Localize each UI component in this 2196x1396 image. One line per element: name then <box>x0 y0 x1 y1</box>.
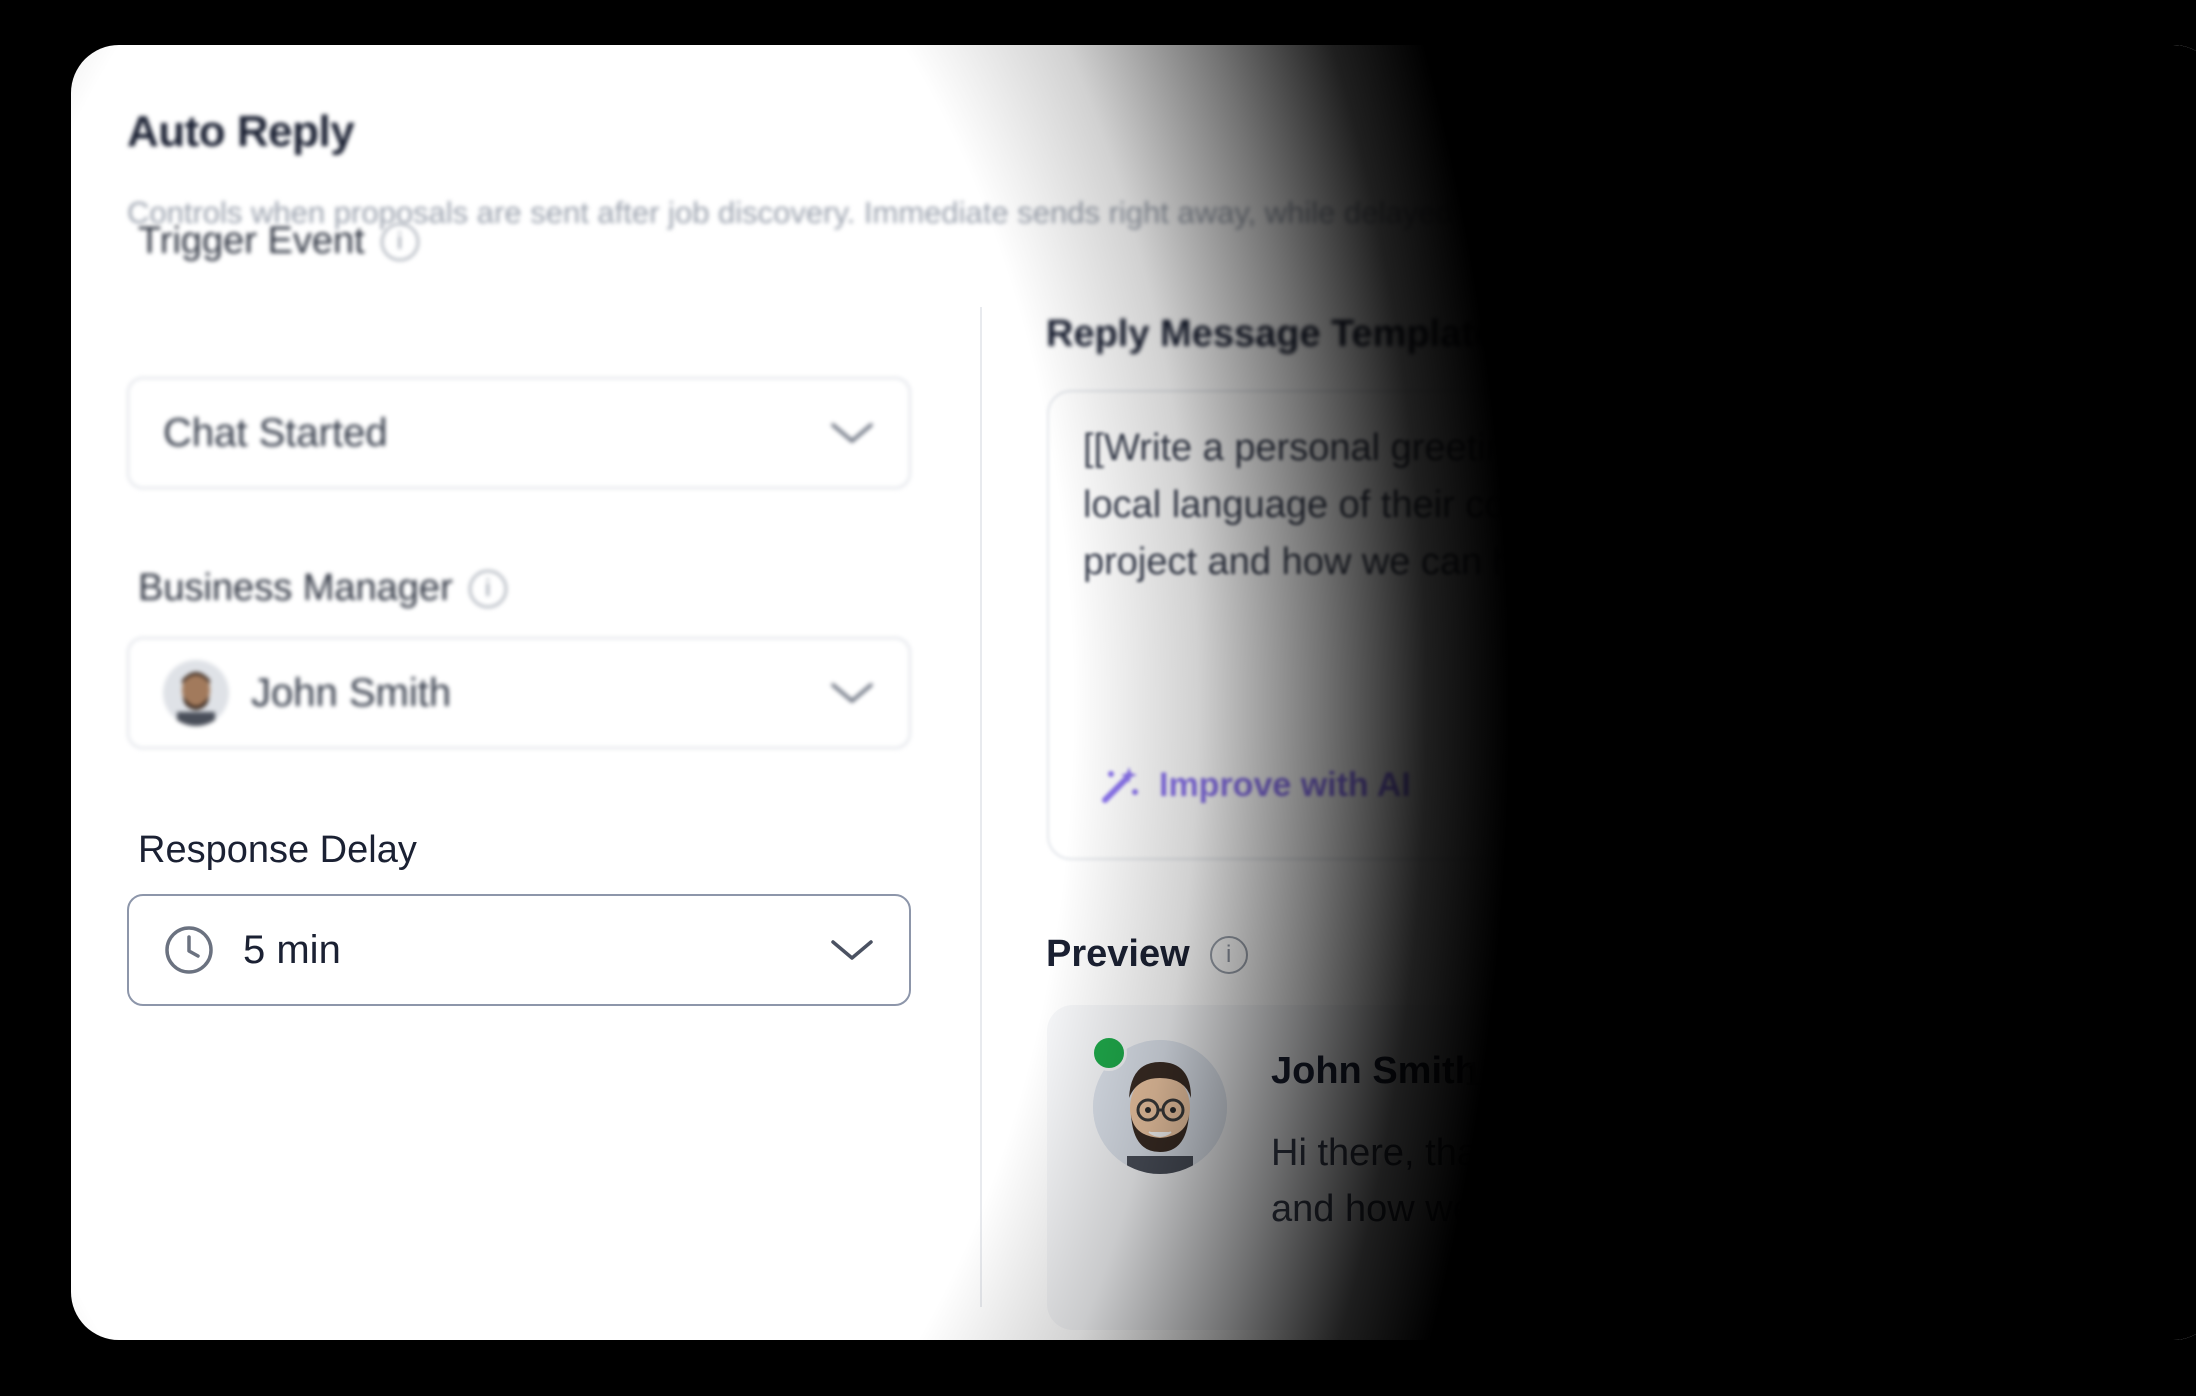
response-delay-label: Response Delay <box>138 829 417 872</box>
column-divider <box>980 307 982 1307</box>
trigger-event-label: Trigger Event i <box>138 220 419 263</box>
response-delay-select[interactable]: 5 min <box>127 894 911 1006</box>
avatar <box>163 660 229 726</box>
business-manager-select[interactable]: John Smith <box>127 637 911 749</box>
business-manager-value: John Smith <box>251 670 452 715</box>
trigger-event-value: Chat Started <box>163 410 388 455</box>
improve-with-ai-label: Improve with AI <box>1159 765 1411 804</box>
trigger-event-select[interactable]: Chat Started <box>127 377 911 489</box>
preview-message: John Smith 11:15 AM Hi there, thank you … <box>1047 1005 2196 1330</box>
response-delay-label-text: Response Delay <box>138 829 417 871</box>
clock-icon <box>165 926 213 974</box>
magic-wand-icon <box>1102 767 1138 803</box>
chevron-down-icon <box>831 683 873 703</box>
template-label-text: Reply Message Template <box>1046 313 1496 355</box>
preview-label-text: Preview <box>1046 933 1190 975</box>
template-textarea[interactable]: [[Write a personal greeting using the cl… <box>1047 390 2196 860</box>
response-delay-value: 5 min <box>243 927 341 972</box>
preview-label: Preview i <box>1046 933 1248 976</box>
business-manager-label-text: Business Manager <box>138 567 453 609</box>
chevron-down-icon <box>831 423 873 443</box>
page-title: Auto Reply <box>127 107 355 156</box>
online-status-dot <box>1091 1035 1127 1071</box>
business-manager-label: Business Manager i <box>138 567 507 610</box>
chevron-down-icon <box>831 940 873 960</box>
template-label: Reply Message Template <box>1046 313 1495 356</box>
info-icon[interactable]: i <box>1209 935 1248 974</box>
preview-sender-name: John Smith <box>1271 1050 1478 1092</box>
trigger-event-label-text: Trigger Event <box>138 220 365 262</box>
template-text: [[Write a personal greeting using the cl… <box>1083 427 2064 583</box>
info-icon[interactable]: i <box>380 222 419 261</box>
auto-reply-card: Auto Reply Controls when proposals are s… <box>71 45 2196 1340</box>
preview-timestamp: 11:15 AM <box>1464 1055 1601 1092</box>
info-icon[interactable]: i <box>468 569 507 608</box>
preview-message-text: Hi there, thank you for starting the con… <box>1271 1132 2070 1230</box>
improve-with-ai-button[interactable]: Improve with AI <box>1099 764 1411 806</box>
